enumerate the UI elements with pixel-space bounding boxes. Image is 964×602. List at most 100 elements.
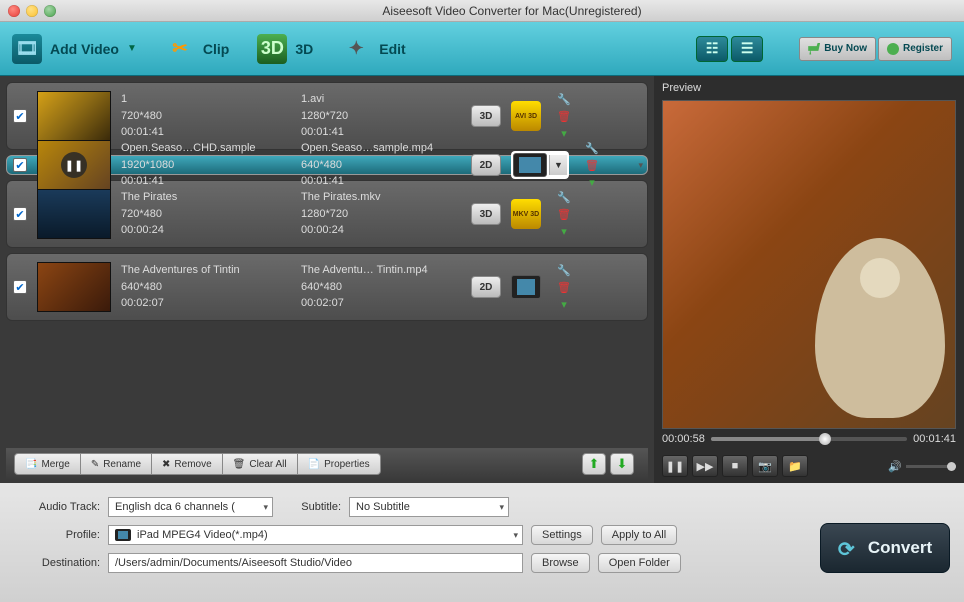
list-action-bar: 📑 Merge ✎ Rename ✖ Remove 🗑 Clear All 📄 … bbox=[6, 448, 648, 480]
thumbnail[interactable]: ❚❚ bbox=[37, 140, 111, 190]
file-name: The Pirates bbox=[121, 189, 291, 206]
audio-track-select[interactable]: English dca 6 channels ( bbox=[108, 497, 273, 517]
pause-overlay-icon[interactable]: ❚❚ bbox=[61, 152, 87, 178]
ipad-icon bbox=[513, 153, 547, 177]
settings-icon[interactable]: 🔧 bbox=[557, 263, 571, 277]
settings-icon[interactable]: 🔧 bbox=[557, 92, 571, 106]
register-button[interactable]: Register bbox=[878, 37, 952, 61]
subtitle-select[interactable]: No Subtitle bbox=[349, 497, 509, 517]
move-up-button[interactable]: ⬆ bbox=[582, 453, 606, 475]
output-name: The Pirates.mkv bbox=[301, 189, 461, 206]
format-icon-ipad[interactable] bbox=[511, 272, 541, 302]
view-thumbnails-button[interactable]: ☷ bbox=[696, 36, 728, 62]
format-icon-avi3d[interactable]: AVI 3D bbox=[511, 101, 541, 131]
output-duration: 00:02:07 bbox=[301, 295, 461, 312]
thumbnail[interactable] bbox=[37, 189, 111, 239]
pause-button[interactable]: ❚❚ bbox=[662, 455, 688, 477]
chevron-down-icon[interactable]: ▼ bbox=[549, 155, 567, 175]
file-row[interactable]: ✔ The Adventures of Tintin 640*480 00:02… bbox=[6, 253, 648, 321]
expand-icon[interactable]: ▾ bbox=[585, 175, 599, 189]
dimension-badge[interactable]: 2D bbox=[471, 154, 501, 176]
output-name: 1.avi bbox=[301, 91, 461, 108]
file-duration: 00:01:41 bbox=[121, 124, 291, 141]
file-row[interactable]: ✔ The Pirates 720*480 00:00:24 The Pirat… bbox=[6, 180, 648, 248]
snapshot-button[interactable]: 📷 bbox=[752, 455, 778, 477]
destination-input[interactable]: /Users/admin/Documents/Aiseesoft Studio/… bbox=[108, 553, 523, 573]
apply-to-all-button[interactable]: Apply to All bbox=[601, 525, 677, 545]
file-resolution: 640*480 bbox=[121, 279, 291, 296]
edit-label: Edit bbox=[379, 41, 405, 57]
volume-slider[interactable] bbox=[906, 465, 956, 468]
buy-now-button[interactable]: Buy Now bbox=[799, 37, 876, 61]
key-icon bbox=[887, 43, 899, 55]
subtitle-label: Subtitle: bbox=[281, 501, 341, 513]
delete-icon[interactable]: 🗑 bbox=[557, 280, 571, 294]
open-folder-button[interactable]: 📁 bbox=[782, 455, 808, 477]
dimension-badge[interactable]: 3D bbox=[471, 105, 501, 127]
row-checkbox[interactable]: ✔ bbox=[13, 280, 27, 294]
thumbnail[interactable] bbox=[37, 262, 111, 312]
file-row[interactable]: ✔ ❚❚ Open.Seaso…CHD.sample 1920*1080 00:… bbox=[6, 155, 648, 175]
edit-button[interactable]: ✦ Edit bbox=[341, 34, 405, 64]
clear-all-button[interactable]: 🗑 Clear All bbox=[223, 453, 298, 475]
output-resolution: 640*480 bbox=[301, 279, 461, 296]
settings-icon[interactable]: 🔧 bbox=[557, 190, 571, 204]
file-name: 1 bbox=[121, 91, 291, 108]
output-resolution: 640*480 bbox=[301, 157, 461, 174]
row-checkbox[interactable]: ✔ bbox=[13, 158, 27, 172]
merge-button[interactable]: 📑 Merge bbox=[14, 453, 81, 475]
clip-label: Clip bbox=[203, 41, 229, 57]
settings-icon[interactable]: 🔧 bbox=[585, 141, 599, 155]
expand-icon[interactable]: ▾ bbox=[557, 126, 571, 140]
file-resolution: 1920*1080 bbox=[121, 157, 291, 174]
move-down-button[interactable]: ⬇ bbox=[610, 453, 634, 475]
clip-button[interactable]: ✂ Clip bbox=[165, 34, 229, 64]
minimize-window-icon[interactable] bbox=[26, 5, 38, 17]
delete-icon[interactable]: 🗑 bbox=[585, 158, 599, 172]
add-video-button[interactable]: 🎞 Add Video ▼ bbox=[12, 34, 137, 64]
total-time: 00:01:41 bbox=[913, 433, 956, 445]
row-checkbox[interactable]: ✔ bbox=[13, 109, 27, 123]
cart-icon bbox=[808, 43, 820, 55]
view-list-button[interactable]: ☰ bbox=[731, 36, 763, 62]
profile-select[interactable]: iPad MPEG4 Video(*.mp4) bbox=[108, 525, 523, 545]
stop-button[interactable]: ■ bbox=[722, 455, 748, 477]
zoom-window-icon[interactable] bbox=[44, 5, 56, 17]
dimension-badge[interactable]: 2D bbox=[471, 276, 501, 298]
3d-button[interactable]: 3D 3D bbox=[257, 34, 313, 64]
seek-slider[interactable] bbox=[711, 437, 907, 441]
browse-button[interactable]: Browse bbox=[531, 553, 590, 573]
buy-now-label: Buy Now bbox=[824, 43, 867, 54]
properties-button[interactable]: 📄 Properties bbox=[298, 453, 381, 475]
main-toolbar: 🎞 Add Video ▼ ✂ Clip 3D 3D ✦ Edit ☷ ☰ Bu… bbox=[0, 22, 964, 76]
file-list: ✔ 1 720*480 00:01:41 1.avi 1280*720 00:0… bbox=[0, 76, 654, 483]
volume-icon[interactable]: 🔊 bbox=[888, 460, 902, 473]
add-video-label: Add Video bbox=[50, 41, 119, 57]
thumbnail[interactable] bbox=[37, 91, 111, 141]
window-title: Aiseesoft Video Converter for Mac(Unregi… bbox=[68, 4, 956, 18]
cube-3d-icon: 3D bbox=[257, 34, 287, 64]
output-profile-selector[interactable]: ▼ bbox=[511, 151, 569, 179]
output-name: The Adventu… Tintin.mp4 bbox=[301, 262, 461, 279]
rename-button[interactable]: ✎ Rename bbox=[81, 453, 152, 475]
expand-icon[interactable]: ▾ bbox=[557, 224, 571, 238]
file-duration: 00:01:41 bbox=[121, 173, 291, 190]
output-name: Open.Seaso…sample.mp4 bbox=[301, 140, 461, 157]
remove-button[interactable]: ✖ Remove bbox=[152, 453, 223, 475]
preview-video[interactable] bbox=[662, 100, 956, 429]
dimension-badge[interactable]: 3D bbox=[471, 203, 501, 225]
convert-icon: ⟳ bbox=[838, 537, 860, 559]
row-checkbox[interactable]: ✔ bbox=[13, 207, 27, 221]
open-folder-button[interactable]: Open Folder bbox=[598, 553, 681, 573]
delete-icon[interactable]: 🗑 bbox=[557, 109, 571, 123]
next-frame-button[interactable]: ▶▶ bbox=[692, 455, 718, 477]
close-window-icon[interactable] bbox=[8, 5, 20, 17]
convert-button[interactable]: ⟳ Convert bbox=[820, 523, 950, 573]
format-icon-mkv3d[interactable]: MKV 3D bbox=[511, 199, 541, 229]
3d-label: 3D bbox=[295, 41, 313, 57]
settings-button[interactable]: Settings bbox=[531, 525, 593, 545]
expand-icon[interactable]: ▾ bbox=[557, 297, 571, 311]
delete-icon[interactable]: 🗑 bbox=[557, 207, 571, 221]
current-time: 00:00:58 bbox=[662, 433, 705, 445]
file-name: The Adventures of Tintin bbox=[121, 262, 291, 279]
